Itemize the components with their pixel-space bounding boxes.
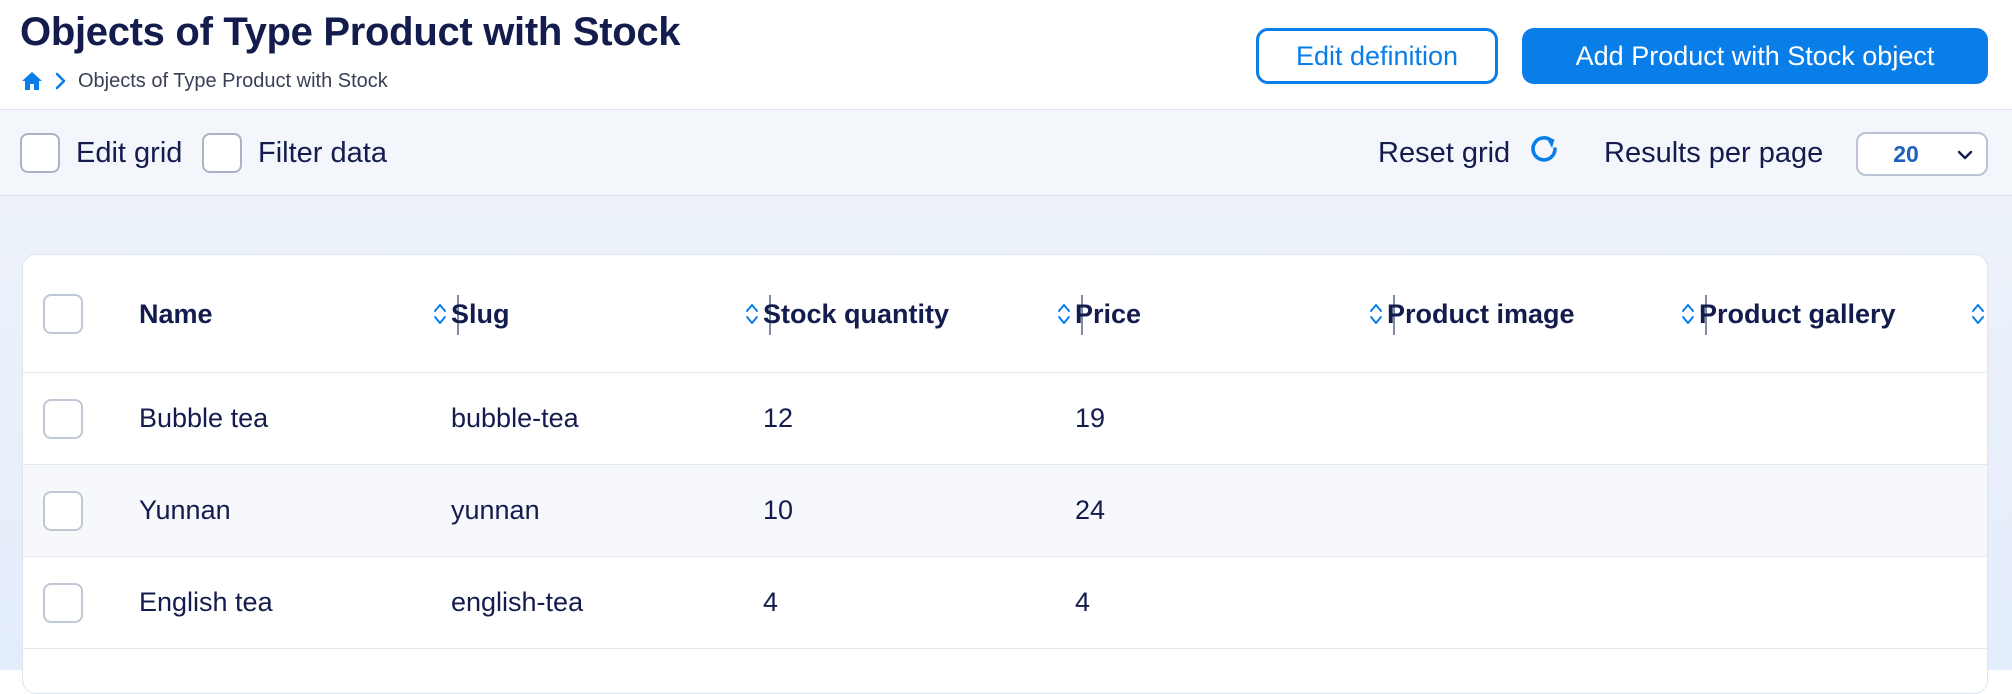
chevron-down-icon [1957,150,1973,160]
select-all-checkbox[interactable] [43,294,83,334]
column-header-label: Slug [451,298,510,329]
cell-slug: bubble-tea [451,403,579,433]
reset-grid-label: Reset grid [1378,136,1511,169]
table-row[interactable]: Yunnan yunnan 10 24 [23,465,1987,557]
chevron-right-icon [54,71,68,91]
cell-price: 4 [1075,587,1091,617]
edit-definition-button[interactable]: Edit definition [1256,28,1498,84]
cell-stock-quantity: 12 [763,403,794,433]
column-header-label: Price [1075,298,1142,329]
content-area: Name Slug Stock quantity Price Product i [0,196,2012,694]
cell-price: 24 [1075,495,1106,525]
breadcrumb-current[interactable]: Objects of Type Product with Stock [78,70,388,93]
column-header-stock-quantity[interactable]: Stock quantity [763,255,1083,373]
table-header: Name Slug Stock quantity Price Product i [23,255,1987,373]
row-checkbox[interactable] [43,583,83,623]
column-header-label: Product image [1387,298,1575,329]
cell-stock-quantity: 4 [763,587,779,617]
sort-icon[interactable] [1369,302,1383,326]
grid-toolbar: Edit grid Filter data Reset grid Results… [0,110,2012,196]
cell-name: Yunnan [139,495,231,525]
page-header: Objects of Type Product with Stock Objec… [0,0,2012,110]
cell-name: English tea [139,587,273,617]
results-per-page-select[interactable]: 20 [1856,132,1988,176]
sort-icon[interactable] [433,302,447,326]
cell-name: Bubble tea [139,403,269,433]
cell-price: 19 [1075,403,1106,433]
sort-icon[interactable] [1681,302,1695,326]
row-checkbox[interactable] [43,399,83,439]
refresh-icon [1526,131,1562,175]
row-checkbox[interactable] [43,491,83,531]
sort-icon[interactable] [1971,302,1985,326]
filter-data-checkbox[interactable] [202,133,242,173]
column-header-label: Product gallery [1699,298,1896,329]
reset-grid-button[interactable]: Reset grid [1378,130,1562,176]
cell-stock-quantity: 10 [763,495,794,525]
column-header-name[interactable]: Name [139,255,459,373]
column-header-price[interactable]: Price [1075,255,1395,373]
cell-slug: english-tea [451,587,584,617]
results-per-page-value: 20 [1893,140,1919,167]
data-grid: Name Slug Stock quantity Price Product i [22,254,1988,694]
sort-icon[interactable] [745,302,759,326]
sort-icon[interactable] [1057,302,1071,326]
column-header-product-image[interactable]: Product image [1387,255,1707,373]
add-object-button[interactable]: Add Product with Stock object [1522,28,1988,84]
page-title: Objects of Type Product with Stock [20,10,681,54]
edit-grid-checkbox[interactable] [20,133,60,173]
edit-grid-label[interactable]: Edit grid [76,136,182,170]
cell-slug: yunnan [451,495,540,525]
results-per-page-label: Results per page [1604,137,1824,169]
column-header-slug[interactable]: Slug [451,255,771,373]
table-row[interactable]: English tea english-tea 4 4 [23,557,1987,649]
column-header-product-gallery[interactable]: Product gallery [1699,255,1987,373]
breadcrumb: Objects of Type Product with Stock [20,66,388,96]
filter-data-label[interactable]: Filter data [258,136,387,170]
column-header-label: Stock quantity [763,298,950,329]
column-header-label: Name [139,298,213,329]
table-row[interactable]: Bubble tea bubble-tea 12 19 [23,373,1987,465]
home-icon[interactable] [20,69,44,93]
